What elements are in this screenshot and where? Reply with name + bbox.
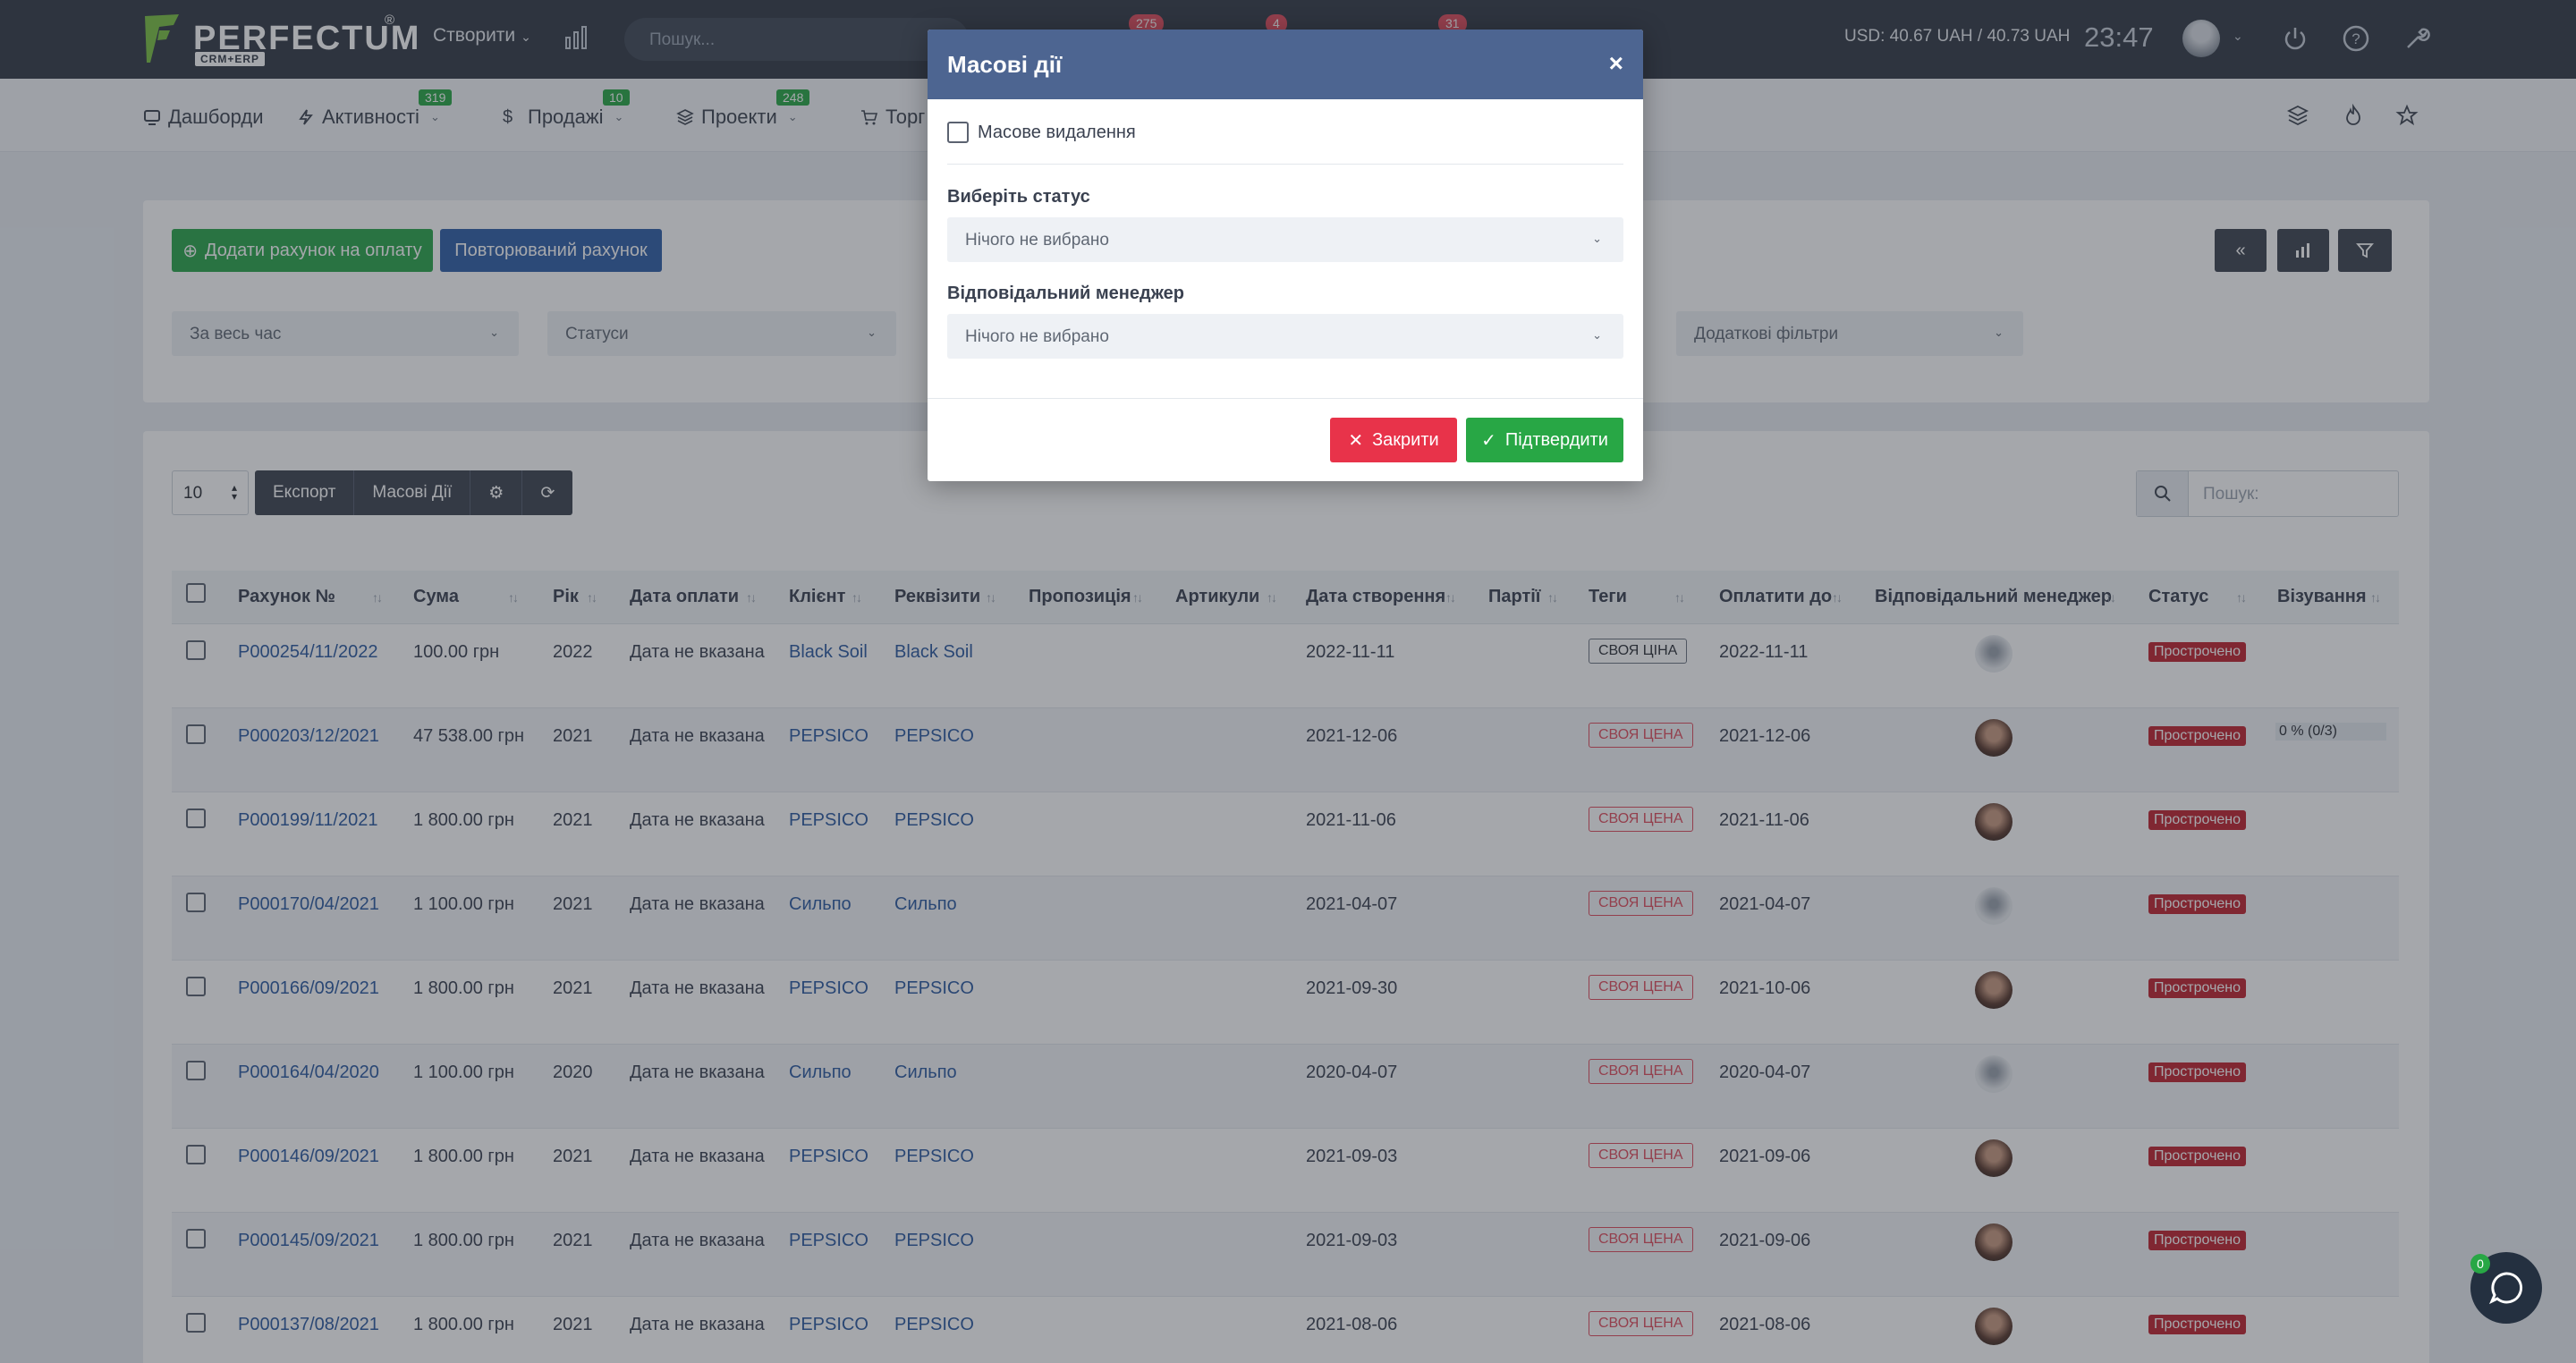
status-select[interactable]: Нічого не вибрано ⌄	[947, 217, 1623, 262]
chat-badge: 0	[2470, 1254, 2490, 1274]
confirm-button-label: Підтвердити	[1504, 429, 1608, 450]
divider	[947, 164, 1623, 165]
manager-select-value: Нічого не вибрано	[965, 327, 1109, 346]
status-select-value: Нічого не вибрано	[965, 231, 1109, 250]
mass-delete-checkbox[interactable]	[947, 122, 969, 143]
chevron-down-icon: ⌄	[1592, 328, 1602, 342]
status-select-label: Виберіть статус	[947, 187, 1090, 207]
mass-delete-label[interactable]: Масове видалення	[978, 123, 1136, 143]
manager-select[interactable]: Нічого не вибрано ⌄	[947, 314, 1623, 359]
manager-select-label: Відповідальний менеджер	[947, 284, 1184, 303]
close-button-label: Закрити	[1372, 429, 1439, 450]
check-icon: ✓	[1481, 430, 1496, 451]
close-icon[interactable]: ×	[1609, 49, 1623, 78]
chevron-down-icon: ⌄	[1592, 232, 1602, 245]
modal-title: Масові дії	[947, 51, 1063, 78]
modal-footer-divider	[928, 398, 1643, 399]
confirm-button[interactable]: ✓ Підтвердити	[1466, 418, 1623, 462]
mass-actions-modal: Масові дії × Масове видалення Виберіть с…	[928, 30, 1643, 481]
modal-header: Масові дії ×	[928, 30, 1643, 99]
close-button[interactable]: ✕ Закрити	[1330, 418, 1457, 462]
x-icon: ✕	[1348, 430, 1364, 451]
